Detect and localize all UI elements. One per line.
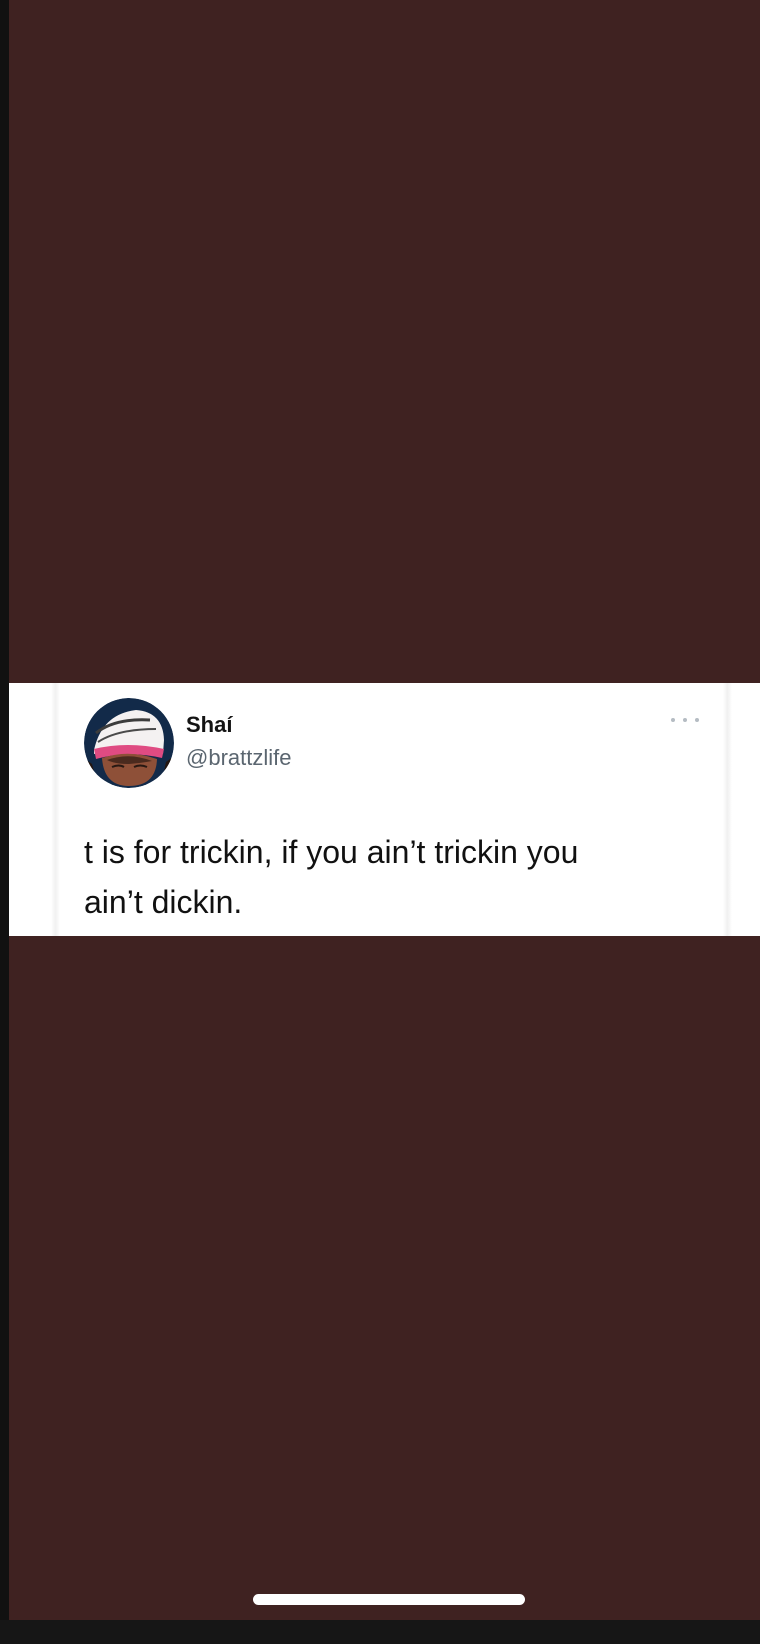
more-options-icon[interactable] (671, 713, 699, 727)
bottom-bar (0, 1620, 760, 1644)
more-dot (683, 718, 687, 722)
more-dot (695, 718, 699, 722)
more-dot (671, 718, 675, 722)
tweet-text: t is for trickin, if you ain’t trickin y… (84, 834, 579, 920)
tweet-card: Shaí @brattzlife t is for trickin, if yo… (9, 683, 760, 936)
display-name[interactable]: Shaí (186, 714, 232, 736)
card-left-edge (51, 683, 60, 936)
user-handle[interactable]: @brattzlife (186, 747, 291, 769)
home-indicator[interactable] (253, 1594, 525, 1605)
left-edge (0, 0, 9, 1644)
card-right-edge (723, 683, 732, 936)
screen: Shaí @brattzlife t is for trickin, if yo… (0, 0, 760, 1644)
profile-avatar[interactable] (84, 698, 174, 788)
